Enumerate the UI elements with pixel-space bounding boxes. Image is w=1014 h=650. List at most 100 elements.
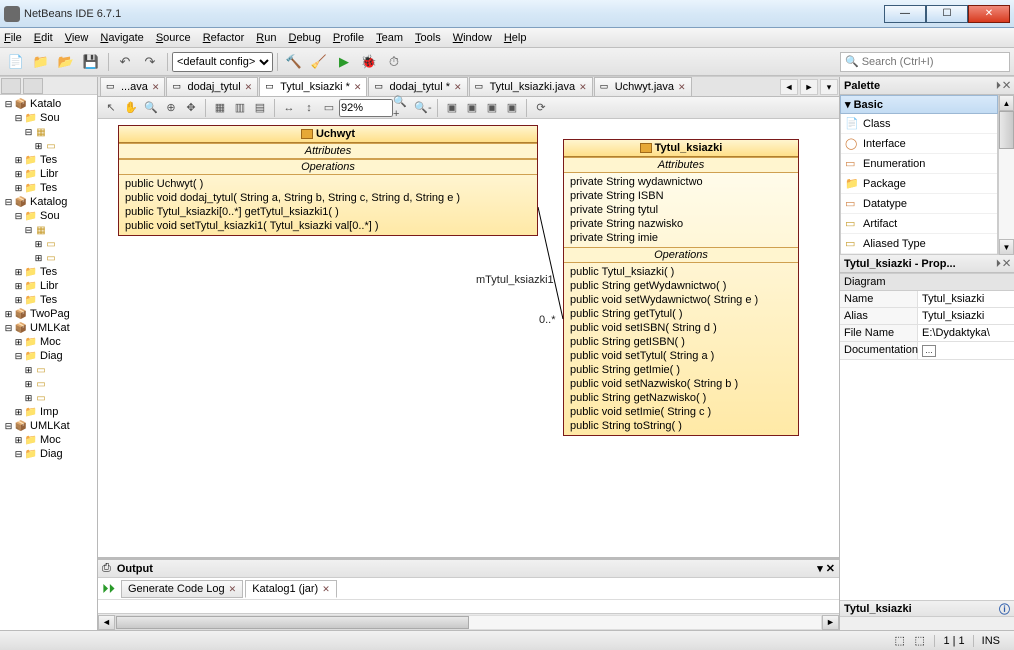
tree-item[interactable]: ⊞📁Tes: [1, 293, 96, 307]
uml-member[interactable]: public String getImie( ): [570, 363, 792, 377]
scroll-right-button[interactable]: ►: [822, 615, 839, 630]
scroll-thumb[interactable]: [116, 616, 469, 629]
menu-refactor[interactable]: Refactor: [203, 32, 245, 44]
uml-member[interactable]: public String toString( ): [570, 419, 792, 433]
scroll-left-button[interactable]: ◄: [98, 615, 115, 630]
property-value[interactable]: E:\Dydaktyka\: [918, 325, 1014, 341]
close-icon[interactable]: ✕: [229, 584, 237, 594]
palette-item-aliased-type[interactable]: ▭Aliased Type: [841, 234, 997, 254]
properties-controls[interactable]: ⏵ ✕: [996, 258, 1010, 269]
scroll-thumb[interactable]: [999, 111, 1014, 149]
window-close-button[interactable]: ✕: [968, 5, 1010, 23]
debug-button[interactable]: 🐞: [357, 51, 381, 73]
menu-window[interactable]: Window: [453, 32, 492, 44]
tree-toggle-icon[interactable]: ⊞: [13, 295, 24, 306]
tree-item[interactable]: ⊞📁Tes: [1, 181, 96, 195]
menu-team[interactable]: Team: [376, 32, 403, 44]
property-value[interactable]: …: [918, 342, 1014, 359]
tree-toggle-icon[interactable]: ⊞: [13, 267, 24, 278]
close-icon[interactable]: ✕: [245, 82, 253, 93]
overview3-icon[interactable]: ▣: [482, 99, 502, 117]
editor-tab[interactable]: ▭...ava✕: [100, 77, 165, 96]
tree-item[interactable]: ⊟📁Sou: [1, 209, 96, 223]
palette-item-datatype[interactable]: ▭Datatype: [841, 194, 997, 214]
menu-view[interactable]: View: [65, 32, 89, 44]
refresh-icon[interactable]: ⟳: [531, 99, 551, 117]
property-value[interactable]: Tytul_ksiazki: [918, 308, 1014, 324]
tree-toggle-icon[interactable]: ⊞: [13, 169, 24, 180]
window-minimize-button[interactable]: —: [884, 5, 926, 23]
close-icon[interactable]: ✕: [354, 82, 362, 93]
editor-tab[interactable]: ▭Tytul_ksiazki.java✕: [469, 77, 593, 96]
build-button[interactable]: 🔨: [282, 51, 306, 73]
status-icon-1[interactable]: ⬚: [894, 634, 910, 648]
tree-item[interactable]: ⊟▦: [1, 223, 96, 237]
tree-toggle-icon[interactable]: ⊞: [33, 239, 44, 250]
tree-toggle-icon[interactable]: ⊟: [3, 197, 14, 208]
uml-member[interactable]: public void dodaj_tytul( String a, Strin…: [125, 191, 531, 205]
zoom-combo[interactable]: [339, 99, 393, 117]
property-row[interactable]: Documentation…: [840, 342, 1014, 360]
output-tab[interactable]: Katalog1 (jar)✕: [245, 580, 337, 598]
close-icon[interactable]: ✕: [322, 584, 330, 594]
diagram-canvas[interactable]: Uchwyt Attributes Operations public Uchw…: [98, 119, 839, 558]
save-all-button[interactable]: 💾: [79, 51, 103, 73]
uml-member[interactable]: private String imie: [570, 231, 792, 245]
overview2-icon[interactable]: ▣: [462, 99, 482, 117]
close-icon[interactable]: ✕: [579, 82, 587, 93]
tree-toggle-icon[interactable]: ⊞: [13, 281, 24, 292]
uml-class-uchwyt[interactable]: Uchwyt Attributes Operations public Uchw…: [118, 125, 538, 236]
uml-member[interactable]: public Uchwyt( ): [125, 177, 531, 191]
fit-width-icon[interactable]: ↔: [279, 99, 299, 117]
zoom-out-button[interactable]: 🔍-: [413, 99, 433, 117]
fit-height-icon[interactable]: ↕: [299, 99, 319, 117]
close-icon[interactable]: ✕: [152, 82, 160, 93]
close-icon[interactable]: ✕: [678, 82, 686, 93]
search-input[interactable]: [862, 56, 1005, 68]
uml-member[interactable]: public void setTytul_ksiazki1( Tytul_ksi…: [125, 219, 531, 233]
tree-item[interactable]: ⊟📦Katalog: [1, 195, 96, 209]
uml-class-tytul[interactable]: Tytul_ksiazki Attributes private String …: [563, 139, 799, 436]
editor-tab[interactable]: ▭Uchwyt.java✕: [594, 77, 692, 96]
palette-category[interactable]: ▾ Basic: [840, 95, 998, 114]
tree-item[interactable]: ⊞📁Moc: [1, 335, 96, 349]
tree-toggle-icon[interactable]: ⊞: [23, 365, 34, 376]
run-button[interactable]: ▶: [332, 51, 356, 73]
new-project-button[interactable]: 📁: [29, 51, 53, 73]
tree-toggle-icon[interactable]: ⊟: [13, 211, 24, 222]
tree-toggle-icon[interactable]: ⊞: [23, 379, 34, 390]
run-output-icon[interactable]: ⏵⏵: [102, 581, 115, 597]
layout3-icon[interactable]: ▤: [250, 99, 270, 117]
uml-member[interactable]: public void setTytul( String a ): [570, 349, 792, 363]
profile-button[interactable]: ⏱: [382, 51, 406, 73]
menu-help[interactable]: Help: [504, 32, 527, 44]
palette-item-interface[interactable]: ◯Interface: [841, 134, 997, 154]
uml-member[interactable]: public void setImie( String c ): [570, 405, 792, 419]
tree-toggle-icon[interactable]: ⊞: [13, 337, 24, 348]
zoom-in-button[interactable]: 🔍+: [393, 99, 413, 117]
tree-toggle-icon[interactable]: ⊞: [33, 141, 44, 152]
menu-file[interactable]: File: [4, 32, 22, 44]
layout1-icon[interactable]: ▦: [210, 99, 230, 117]
menu-run[interactable]: Run: [256, 32, 276, 44]
tree-toggle-icon[interactable]: ⊞: [3, 309, 14, 320]
output-tab[interactable]: Generate Code Log✕: [121, 580, 243, 598]
tree-item[interactable]: ⊞▭: [1, 391, 96, 405]
menu-debug[interactable]: Debug: [288, 32, 320, 44]
config-combo[interactable]: <default config>: [172, 52, 273, 72]
output-scrollbar[interactable]: ◄ ►: [98, 613, 839, 630]
uml-member[interactable]: public String getISBN( ): [570, 335, 792, 349]
tree-item[interactable]: ⊞📁Moc: [1, 433, 96, 447]
search-box[interactable]: 🔍: [840, 52, 1010, 72]
tab-nav-right[interactable]: ►: [800, 79, 818, 95]
palette-item-artifact[interactable]: ▭Artifact: [841, 214, 997, 234]
titlebar[interactable]: NetBeans IDE 6.7.1 — ☐ ✕: [0, 0, 1014, 28]
tree-toggle-icon[interactable]: ⊟: [13, 449, 24, 460]
editor-tab[interactable]: ▭dodaj_tytul✕: [166, 77, 258, 96]
menu-profile[interactable]: Profile: [333, 32, 364, 44]
tree-toggle-icon[interactable]: ⊟: [23, 127, 34, 138]
tree-item[interactable]: ⊞▭: [1, 251, 96, 265]
tree-item[interactable]: ⊟📦UMLKat: [1, 419, 96, 433]
fit-page-icon[interactable]: ▭: [319, 99, 339, 117]
tree-item[interactable]: ⊞📁Imp: [1, 405, 96, 419]
